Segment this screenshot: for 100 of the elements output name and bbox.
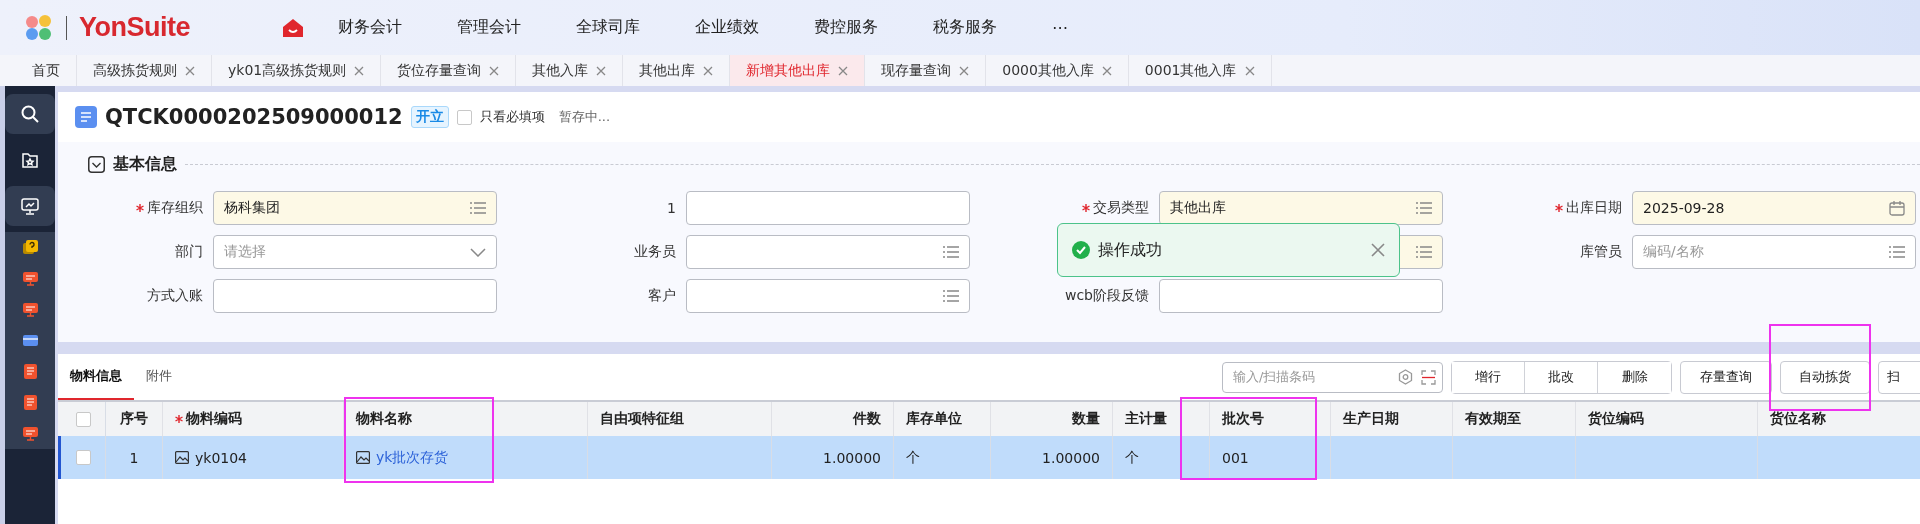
sidebar-item[interactable] [5,232,55,263]
help-icon [22,240,38,255]
column-header: 有效期至 [1453,402,1576,436]
nav-item[interactable]: 管理会计 [457,17,548,38]
close-icon[interactable] [838,65,849,76]
list-icon [1416,202,1432,214]
close-icon[interactable] [596,65,607,76]
table-cell: 001 [1210,436,1331,479]
input-field[interactable] [1159,279,1443,313]
page-tab[interactable]: yk01高级拣货规则 [212,55,382,86]
column-header: 序号 [106,402,163,436]
input-field[interactable]: 杨科集团 [213,191,497,225]
row-checkbox[interactable] [75,450,91,465]
document-icon [75,106,97,128]
select-all-checkbox[interactable] [75,411,91,427]
column-header: 批次号 [1210,402,1331,436]
page-tab[interactable]: 其他入库 [516,55,624,86]
folder-star-icon [21,151,39,169]
checkbox-label: 只看必填项 [479,108,545,126]
column-header: 生产日期 [1331,402,1453,436]
table-cell: 1.00000 [772,436,894,479]
nav-item[interactable]: 全球司库 [576,17,667,38]
detail-tab[interactable]: 附件 [134,354,184,400]
calendar-icon [1889,200,1905,216]
field-label: 交易类型 [1093,199,1149,217]
section-title: 基本信息 [113,154,177,175]
close-icon[interactable] [1101,65,1112,76]
close-icon[interactable] [185,65,195,76]
image-icon [175,451,189,464]
column-header: 主计量 [1113,402,1210,436]
chevron-down-icon [470,247,486,257]
field-label: 业务员 [634,243,676,261]
field-label: 客户 [648,287,676,305]
sidebar-item[interactable] [5,94,55,134]
success-toast: 操作成功 [1057,223,1400,277]
monitor-icon [22,426,38,441]
list-icon [470,202,486,214]
scan-icon [1421,369,1436,385]
page-tab[interactable]: 新增其他出库 [730,55,866,86]
page-tab[interactable]: 0001其他入库 [1128,55,1272,86]
status-badge: 开立 [410,106,449,128]
page-tab[interactable]: 现存量查询 [865,55,987,86]
detail-tab[interactable]: 物料信息 [58,354,134,400]
image-icon [356,451,370,464]
save-status: 暂存中... [558,108,611,126]
hexagon-icon [1398,369,1413,385]
input-field[interactable]: 其他出库 [1159,191,1443,225]
page-tab[interactable]: 货位存量查询 [381,55,517,86]
column-header: 件数 [772,402,894,436]
page-tab[interactable]: 高级拣货规则 [77,55,212,86]
sidebar-item[interactable] [5,186,55,226]
toolbar-button[interactable]: 存量查询 [1680,360,1772,394]
close-icon[interactable] [959,65,970,76]
field-label: 1 [667,200,676,216]
logo-icon [24,13,54,42]
column-header: 库存单位 [894,402,991,436]
column-header: 物料名称 [344,402,588,436]
document-code: QTCK0000202509000012 [105,105,403,129]
card-icon [22,334,38,347]
input-field[interactable] [686,235,970,269]
nav-item[interactable]: 税务服务 [933,17,1024,38]
required-icon [1082,204,1090,212]
field-label: 库管员 [1580,243,1622,261]
monitor-icon [22,302,38,317]
toolbar-button[interactable]: 增行 [1452,361,1525,393]
checkbox[interactable] [456,109,472,125]
column-header: 自由项特征组 [588,402,772,436]
table-cell: 个 [894,436,991,479]
field-label: 出库日期 [1566,199,1622,217]
input-field[interactable] [686,279,970,313]
required-icon [136,204,144,212]
nav-item[interactable]: 企业绩效 [695,17,786,38]
more-menu[interactable]: ⋯ [1052,18,1095,37]
item-link[interactable]: yk批次存货 [376,448,449,467]
page-tab[interactable]: 0000其他入库 [986,55,1129,86]
home-icon [282,17,304,38]
table-cell: 个 [1113,436,1210,479]
document-icon [23,364,37,379]
close-icon[interactable] [1244,65,1255,76]
close-icon[interactable] [354,65,365,76]
input-field[interactable] [686,191,970,225]
close-icon[interactable] [489,65,500,76]
monitor-chart-icon [21,197,39,215]
toolbar-button[interactable]: 自动拣货 [1780,360,1870,394]
document-icon [23,395,37,410]
nav-item[interactable]: 财务会计 [338,17,429,38]
nav-item[interactable]: 费控服务 [814,17,905,38]
input-field[interactable] [213,279,497,313]
close-icon[interactable] [703,65,714,76]
table-cell: 1 [106,436,163,479]
table-cell: 1.00000 [991,436,1113,479]
collapse-icon[interactable] [88,156,105,173]
field-label: 部门 [175,243,203,261]
required-icon [1555,204,1563,212]
input-field[interactable]: 2025-09-28 [1632,191,1916,225]
column-header: 货位编码 [1576,402,1758,436]
column-header: 货位名称 [1758,402,1920,436]
brand-name: YonSuite [79,12,190,43]
toolbar-button[interactable]: 扫 [1878,360,1920,394]
list-icon [1416,246,1432,258]
